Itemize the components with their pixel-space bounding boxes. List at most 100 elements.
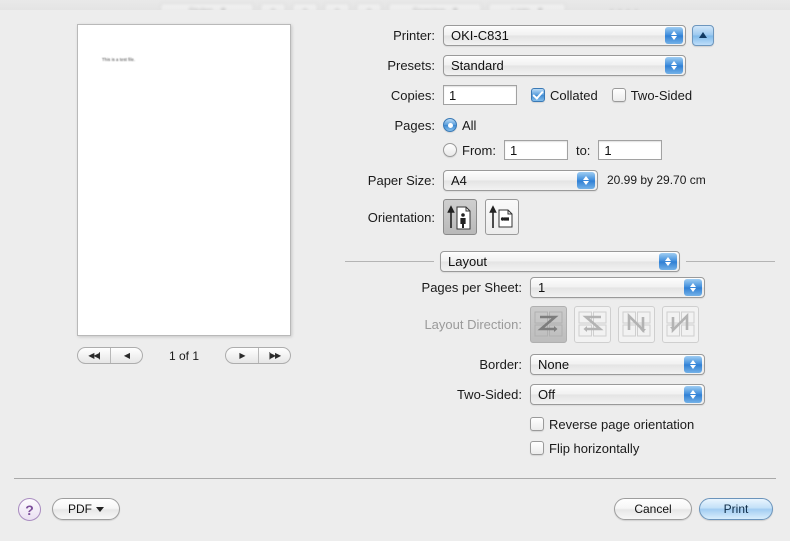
separator-left [345, 261, 434, 262]
cancel-button[interactable]: Cancel [614, 498, 692, 520]
reverse-n-pattern-icon [622, 311, 651, 337]
section-value: Layout [448, 254, 488, 269]
landscape-icon [489, 205, 513, 228]
section-separator-row: Layout [345, 251, 775, 272]
presets-value: Standard [451, 57, 504, 73]
n-pattern-icon [666, 311, 695, 337]
orientation-portrait-button[interactable] [443, 199, 477, 235]
separator-right [686, 261, 775, 262]
copies-row: Copies: 1 Collated Two-Sided [345, 84, 775, 106]
chevron-updown-icon [659, 253, 677, 270]
presets-row: Presets: Standard [345, 54, 775, 76]
two-sided-layout-label: Two-Sided: [456, 386, 522, 402]
copies-input[interactable]: 1 [443, 85, 517, 105]
layout-direction-n-pattern-button[interactable] [662, 306, 699, 343]
copies-label: Copies: [390, 87, 435, 103]
two-sided-value: Off [538, 386, 556, 402]
reverse-page-orientation-checkbox[interactable]: Reverse page orientation [530, 417, 694, 432]
preview-nav-back-group[interactable]: ◀◀| ◀ [77, 347, 143, 364]
print-button[interactable]: Print [699, 498, 773, 520]
flip-horizontally-label: Flip horizontally [549, 440, 640, 456]
collated-checkbox[interactable]: Collated [531, 88, 598, 103]
layout-direction-label: Layout Direction: [424, 317, 522, 332]
chevron-updown-icon [684, 278, 702, 296]
pages-per-sheet-select[interactable]: 1 [530, 276, 705, 298]
flip-horizontally-row: Flip horizontally [345, 437, 775, 459]
pdf-button-label: PDF [68, 502, 92, 516]
reverse-page-orientation-row: Reverse page orientation [345, 413, 775, 435]
pages-to-value: 1 [604, 142, 612, 158]
pages-from-input[interactable]: 1 [503, 140, 568, 160]
first-page-icon[interactable]: ◀◀| [78, 348, 110, 363]
help-button[interactable]: ? [18, 498, 41, 521]
paper-size-row: Paper Size: A4 20.99 by 29.70 cm [345, 169, 775, 191]
chevron-updown-icon [684, 385, 702, 403]
chevron-updown-icon [665, 26, 683, 44]
layout-direction-s-pattern-button[interactable] [574, 306, 611, 343]
two-sided-select[interactable]: Off [530, 383, 705, 405]
pages-range-row: From: 1 to: 1 [345, 139, 775, 161]
preview-navigation: ◀◀| ◀ 1 of 1 ▶ |▶▶ [77, 346, 291, 365]
paper-size-select[interactable]: A4 [443, 169, 598, 191]
pages-per-sheet-row: Pages per Sheet: 1 [345, 276, 775, 298]
pages-from-label: From: [462, 142, 496, 158]
orientation-landscape-button[interactable] [485, 199, 519, 235]
page-indicator: 1 of 1 [168, 348, 200, 363]
chevron-updown-icon [665, 56, 683, 74]
collapse-dialog-button[interactable] [692, 24, 714, 46]
portrait-icon [447, 205, 471, 230]
section-select[interactable]: Layout [440, 251, 680, 272]
pages-from-value: 1 [509, 142, 518, 158]
presets-label: Presets: [387, 57, 435, 73]
previous-page-icon[interactable]: ◀ [110, 348, 142, 363]
two-sided-layout-row: Two-Sided: Off [345, 383, 775, 405]
border-select[interactable]: None [530, 353, 705, 375]
last-page-icon[interactable]: |▶▶ [258, 348, 290, 363]
pages-all-label: All [462, 117, 477, 133]
border-row: Border: None [345, 353, 775, 375]
radio-unselected-icon [443, 143, 457, 157]
cancel-button-label: Cancel [634, 502, 672, 516]
s-pattern-icon [578, 311, 607, 337]
checkbox-unchecked-icon [611, 88, 626, 102]
layout-direction-row: Layout Direction: [345, 306, 775, 343]
pages-to-input[interactable]: 1 [598, 140, 663, 160]
paper-size-label: Paper Size: [367, 172, 435, 188]
checkbox-checked-icon [531, 88, 545, 102]
chevron-down-icon [96, 506, 104, 512]
print-preview: This is a test file. [77, 24, 291, 336]
layout-direction-reverse-n-pattern-button[interactable] [618, 306, 655, 343]
pages-all-row: Pages: All [345, 114, 775, 136]
copies-value: 1 [449, 87, 457, 103]
border-label: Border: [479, 356, 522, 372]
reverse-page-orientation-label: Reverse page orientation [549, 416, 695, 432]
pages-per-sheet-value: 1 [538, 279, 546, 295]
layout-direction-z-pattern-button[interactable] [530, 306, 567, 343]
pdf-button[interactable]: PDF [52, 498, 120, 520]
chevron-updown-icon [684, 355, 702, 373]
printer-row: Printer: OKI-C831 [345, 24, 775, 46]
printer-select[interactable]: OKI-C831 [443, 24, 686, 46]
two-sided-label: Two-Sided [630, 87, 693, 103]
printer-value: OKI-C831 [451, 27, 509, 43]
pages-label: Pages: [394, 117, 435, 133]
two-sided-checkbox[interactable]: Two-Sided [611, 87, 693, 103]
print-button-label: Print [723, 502, 749, 516]
preview-page-text: This is a test file. [102, 57, 136, 62]
preview-nav-forward-group[interactable]: ▶ |▶▶ [225, 347, 291, 364]
pages-to-label: to: [575, 142, 591, 158]
footer-divider [14, 478, 776, 479]
dialog-footer: ? PDF Cancel Print [0, 488, 790, 536]
next-page-icon[interactable]: ▶ [226, 348, 258, 363]
flip-horizontally-checkbox[interactable]: Flip horizontally [530, 441, 639, 456]
paper-size-value: A4 [451, 172, 467, 188]
layout-options: Pages per Sheet: 1 Layout Direction: Bor… [345, 276, 775, 467]
presets-select[interactable]: Standard [443, 54, 686, 76]
pages-from-radio[interactable]: From: [443, 143, 496, 158]
checkbox-unchecked-icon [530, 417, 544, 431]
preview-page: This is a test file. [77, 24, 291, 336]
collated-label: Collated [550, 87, 598, 103]
printer-label: Printer: [393, 27, 435, 43]
radio-selected-icon [443, 118, 457, 132]
pages-all-radio[interactable]: All [443, 118, 476, 133]
